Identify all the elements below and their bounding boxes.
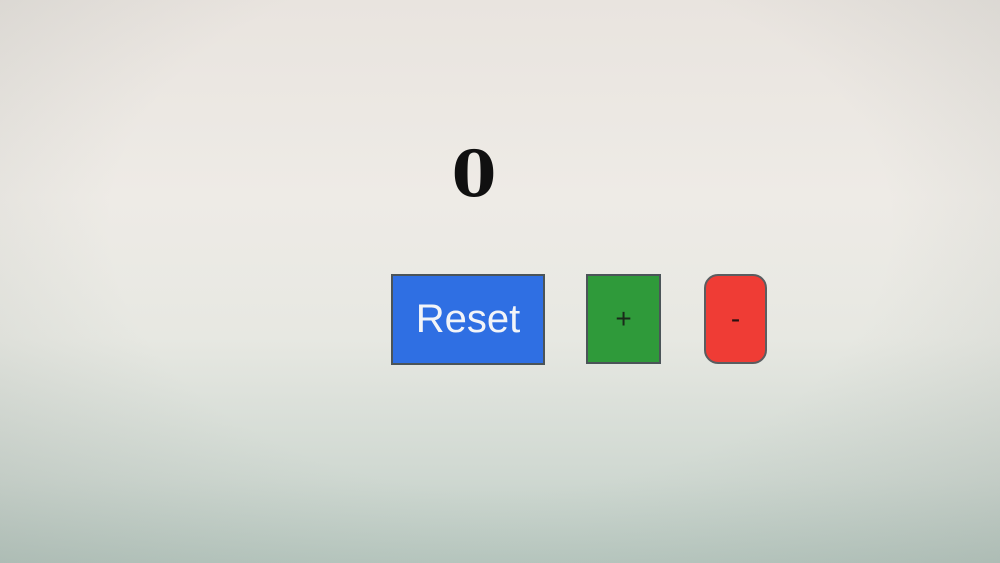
reset-button[interactable]: Reset <box>391 274 545 365</box>
increment-button-label: + <box>615 303 632 334</box>
counter-display: 0 <box>451 137 497 212</box>
decrement-button-label: - <box>730 303 741 334</box>
increment-button[interactable]: + <box>586 274 661 364</box>
reset-button-label: Reset <box>415 297 521 341</box>
decrement-button[interactable]: - <box>704 274 767 364</box>
